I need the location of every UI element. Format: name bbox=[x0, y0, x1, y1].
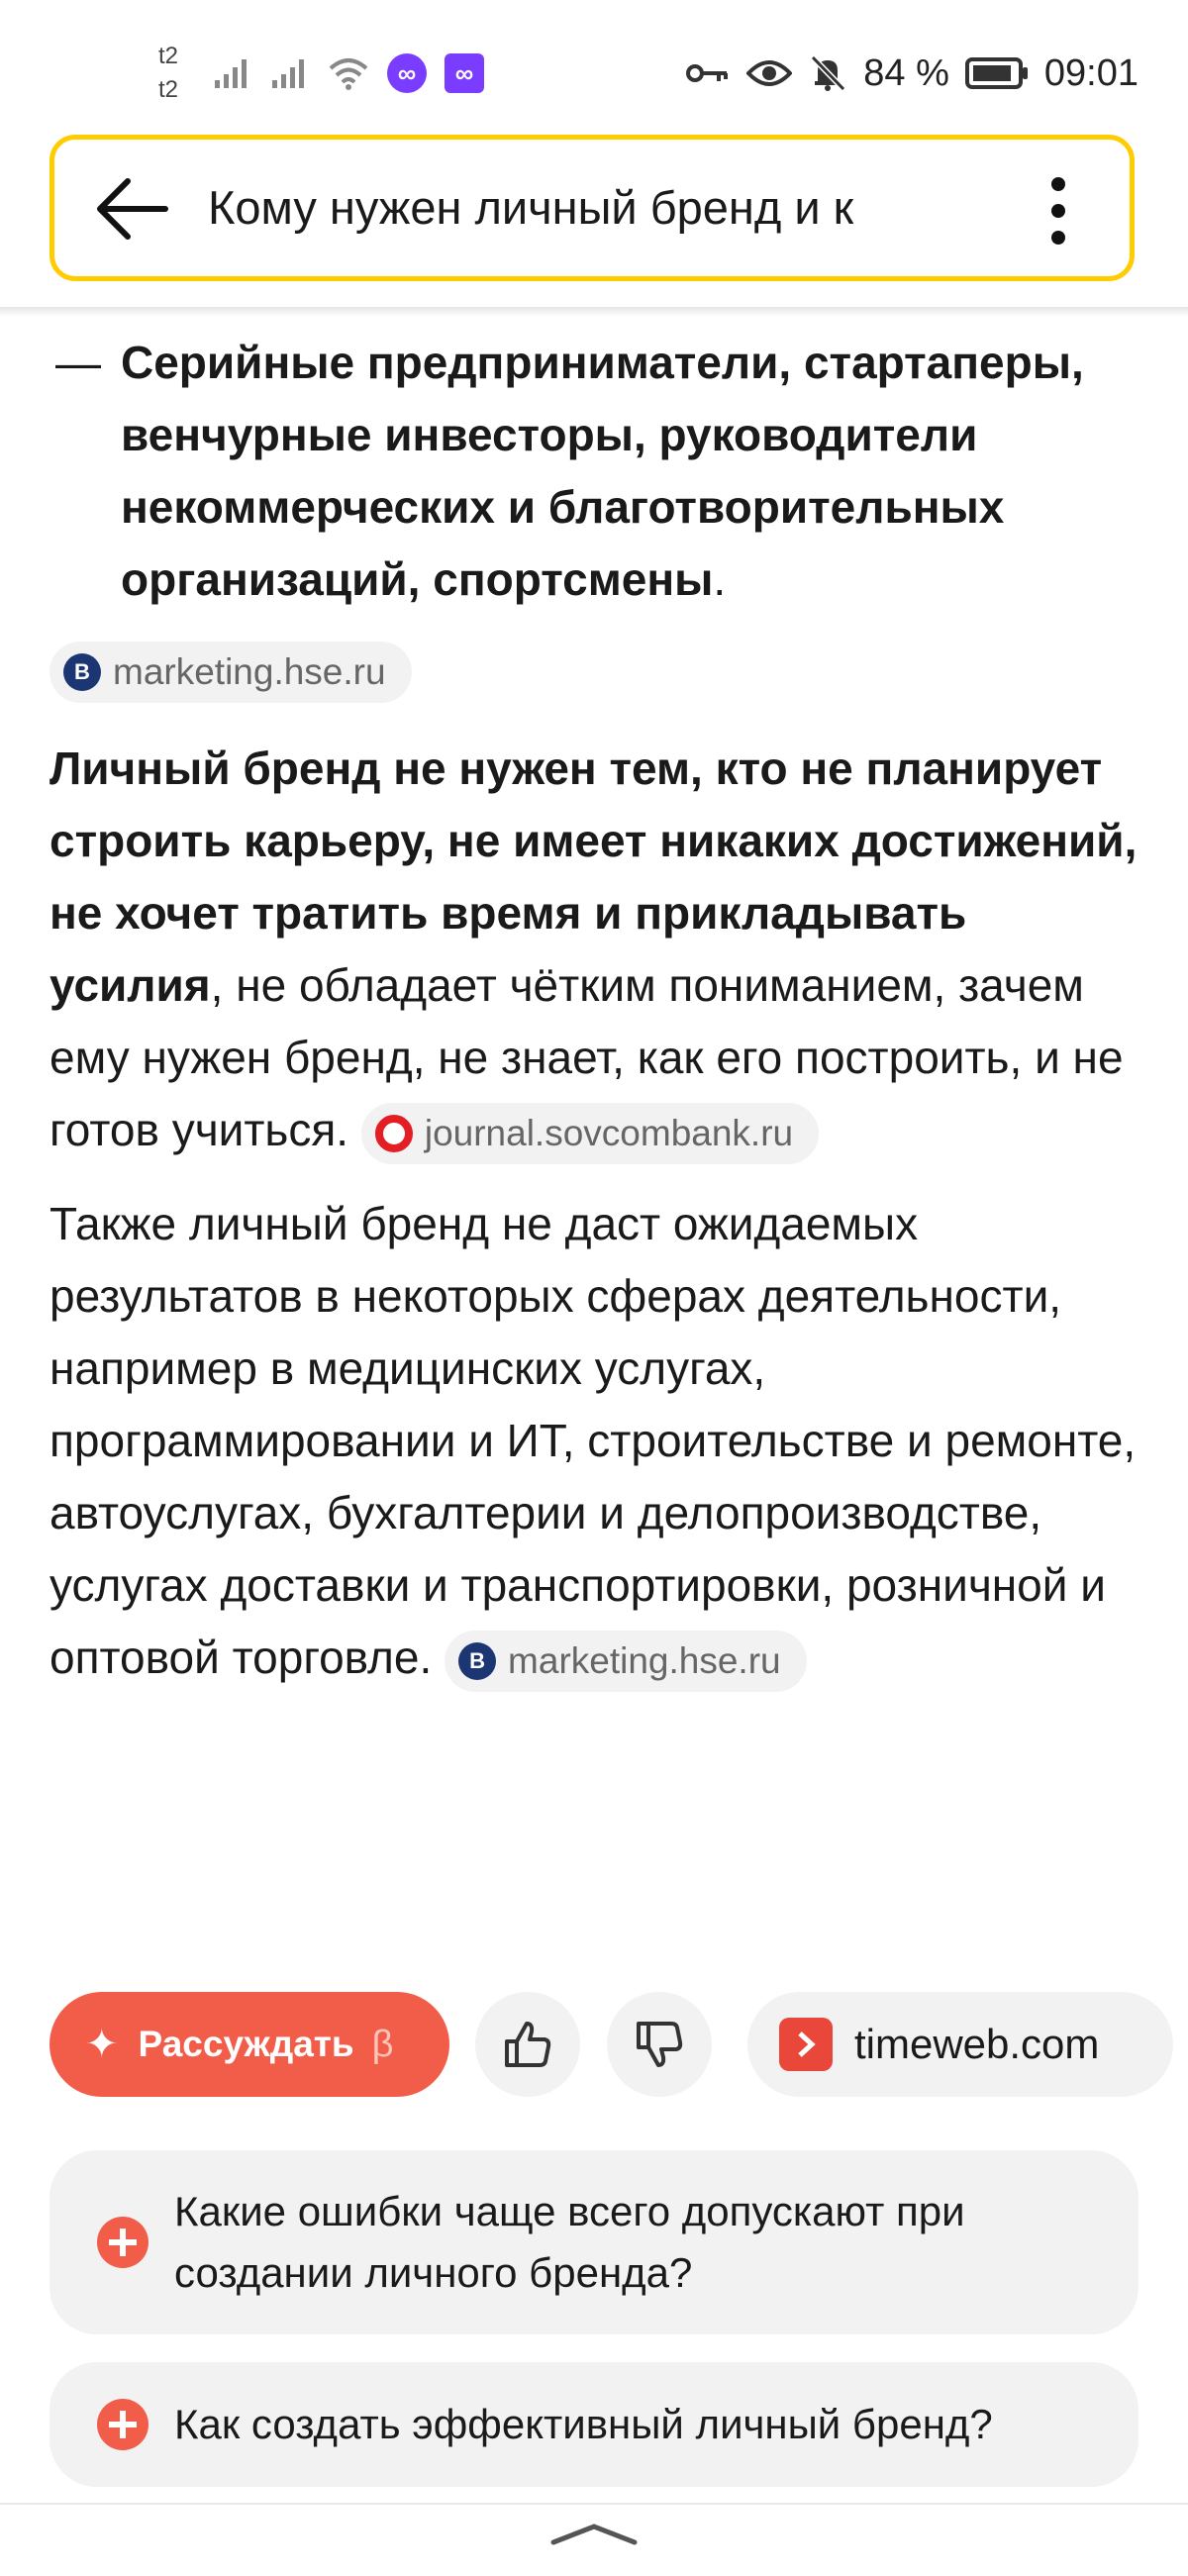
sim-labels: t2 t2 bbox=[158, 40, 194, 107]
signal-icon bbox=[272, 59, 304, 88]
sim1-label: t2 bbox=[158, 43, 179, 69]
source-site-label: timeweb.com bbox=[854, 2021, 1100, 2067]
thumbs-up-icon bbox=[505, 2022, 551, 2067]
answer-paragraph: Также личный бренд не даст ожидаемых рез… bbox=[50, 1188, 1138, 1694]
search-query[interactable]: Кому нужен личный бренд и к bbox=[208, 140, 1030, 276]
status-icons-right: 84 % 09:01 bbox=[685, 51, 1138, 95]
list-item: — Серийные предприниматели, стартаперы, … bbox=[50, 327, 1138, 616]
hse-logo-icon: В bbox=[458, 1641, 497, 1680]
bottom-sheet-handle[interactable] bbox=[0, 2503, 1188, 2576]
key-icon bbox=[686, 64, 729, 82]
sparkle-icon: ✦ bbox=[85, 2023, 119, 2066]
plus-icon bbox=[97, 2399, 148, 2450]
list-item-bold-text: Серийные предприниматели, стартаперы, ве… bbox=[121, 337, 1084, 605]
list-item-tail: . bbox=[713, 553, 727, 605]
hse-logo-icon: В bbox=[63, 653, 101, 691]
timeweb-logo-icon bbox=[779, 2018, 833, 2071]
source-chip-label: journal.sovcombank.ru bbox=[424, 1113, 794, 1154]
signal-icon bbox=[215, 59, 247, 88]
search-bar[interactable]: Кому нужен личный бренд и к bbox=[50, 135, 1135, 281]
header-divider bbox=[0, 307, 1188, 317]
suggestion-text: Какие ошибки чаще всего допускают при со… bbox=[174, 2188, 965, 2296]
clock: 09:01 bbox=[1043, 51, 1138, 94]
status-icons-left: ∞ ∞ bbox=[213, 51, 484, 95]
suggestion-item[interactable]: Какие ошибки чаще всего допускают при со… bbox=[50, 2150, 1138, 2334]
paragraph-text: Также личный бренд не даст ожидаемых рез… bbox=[50, 1198, 1137, 1683]
link-app-icon: ∞ bbox=[387, 53, 427, 93]
more-menu-icon[interactable] bbox=[1046, 177, 1070, 245]
thumbs-down-icon bbox=[637, 2022, 683, 2067]
link-app-icon: ∞ bbox=[445, 53, 484, 93]
source-chip[interactable]: В marketing.hse.ru bbox=[445, 1630, 807, 1692]
mute-bell-icon bbox=[811, 54, 846, 92]
reason-button-label: Рассуждать bbox=[138, 2024, 354, 2064]
beta-badge: β bbox=[371, 2023, 394, 2065]
reason-button[interactable]: ✦ Рассуждать β bbox=[50, 1992, 449, 2097]
back-arrow-icon[interactable] bbox=[92, 173, 171, 245]
source-chip-label: marketing.hse.ru bbox=[508, 1640, 781, 1682]
source-chip[interactable]: В marketing.hse.ru bbox=[50, 642, 412, 703]
battery-icon bbox=[964, 57, 1028, 89]
source-site-button[interactable]: timeweb.com bbox=[747, 1992, 1173, 2097]
wifi-icon bbox=[329, 58, 368, 90]
suggestion-item[interactable]: Как создать эффективный личный бренд? bbox=[50, 2362, 1138, 2487]
source-chip[interactable]: journal.sovcombank.ru bbox=[360, 1102, 820, 1164]
sovcombank-logo-icon bbox=[374, 1114, 413, 1152]
status-bar: t2 t2 ∞ ∞ 84 % 09:01 bbox=[0, 0, 1188, 129]
battery-percent: 84 % bbox=[863, 51, 949, 94]
source-chip-label: marketing.hse.ru bbox=[113, 651, 386, 692]
chevron-up-icon[interactable] bbox=[549, 2519, 639, 2548]
like-button[interactable] bbox=[475, 1992, 580, 2097]
plus-icon bbox=[97, 2217, 148, 2268]
answer-actions: ✦ Рассуждать β timeweb.com bbox=[50, 1992, 1178, 2097]
suggestion-text: Как создать эффективный личный бренд? bbox=[174, 2401, 993, 2447]
answer-paragraph: Личный бренд не нужен тем, кто не планир… bbox=[50, 733, 1138, 1166]
list-dash: — bbox=[55, 337, 101, 388]
dislike-button[interactable] bbox=[607, 1992, 712, 2097]
eye-icon bbox=[746, 60, 793, 86]
sim2-label: t2 bbox=[158, 76, 179, 103]
answer-content: — Серийные предприниматели, стартаперы, … bbox=[50, 327, 1138, 1694]
